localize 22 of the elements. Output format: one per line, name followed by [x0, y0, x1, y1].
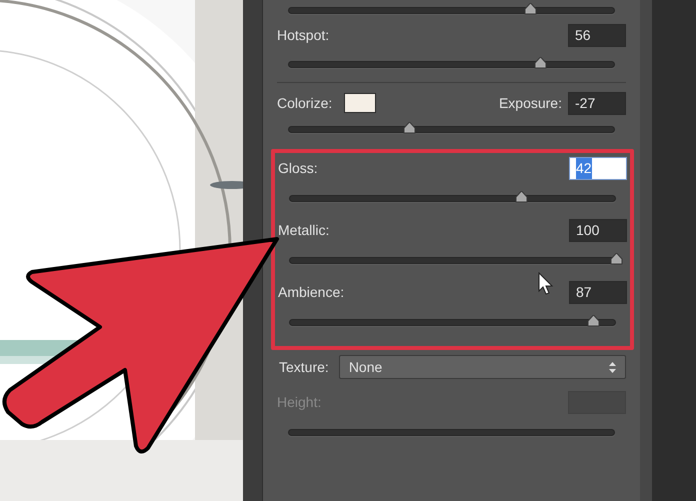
- property-label: Ambience:: [278, 283, 344, 302]
- texture-label: Texture:: [279, 358, 329, 376]
- color-swatch[interactable]: [344, 93, 376, 113]
- slider-thumb[interactable]: [587, 315, 600, 327]
- number-field[interactable]: 87: [569, 281, 627, 304]
- slider-thumb[interactable]: [534, 57, 547, 69]
- slider-thumb[interactable]: [515, 191, 528, 203]
- property-label: Metallic:: [278, 221, 330, 240]
- colorize-label: Colorize:: [277, 94, 332, 112]
- slider-thumb[interactable]: [610, 253, 623, 265]
- texture-dropdown[interactable]: None: [338, 355, 626, 379]
- mouse-cursor-icon: [538, 272, 554, 296]
- stepper-icon: [609, 362, 616, 372]
- slider-thumb[interactable]: [402, 122, 416, 134]
- exposure-label: Exposure:: [498, 94, 562, 113]
- number-field[interactable]: 100: [569, 219, 627, 242]
- property-label: Gloss:: [278, 159, 318, 178]
- number-field[interactable]: -27: [568, 92, 626, 114]
- hotspot-label: Hotspot:: [277, 26, 330, 45]
- slider-thumb[interactable]: [524, 3, 537, 15]
- number-field[interactable]: 42: [569, 157, 627, 180]
- number-field[interactable]: 56: [568, 24, 626, 46]
